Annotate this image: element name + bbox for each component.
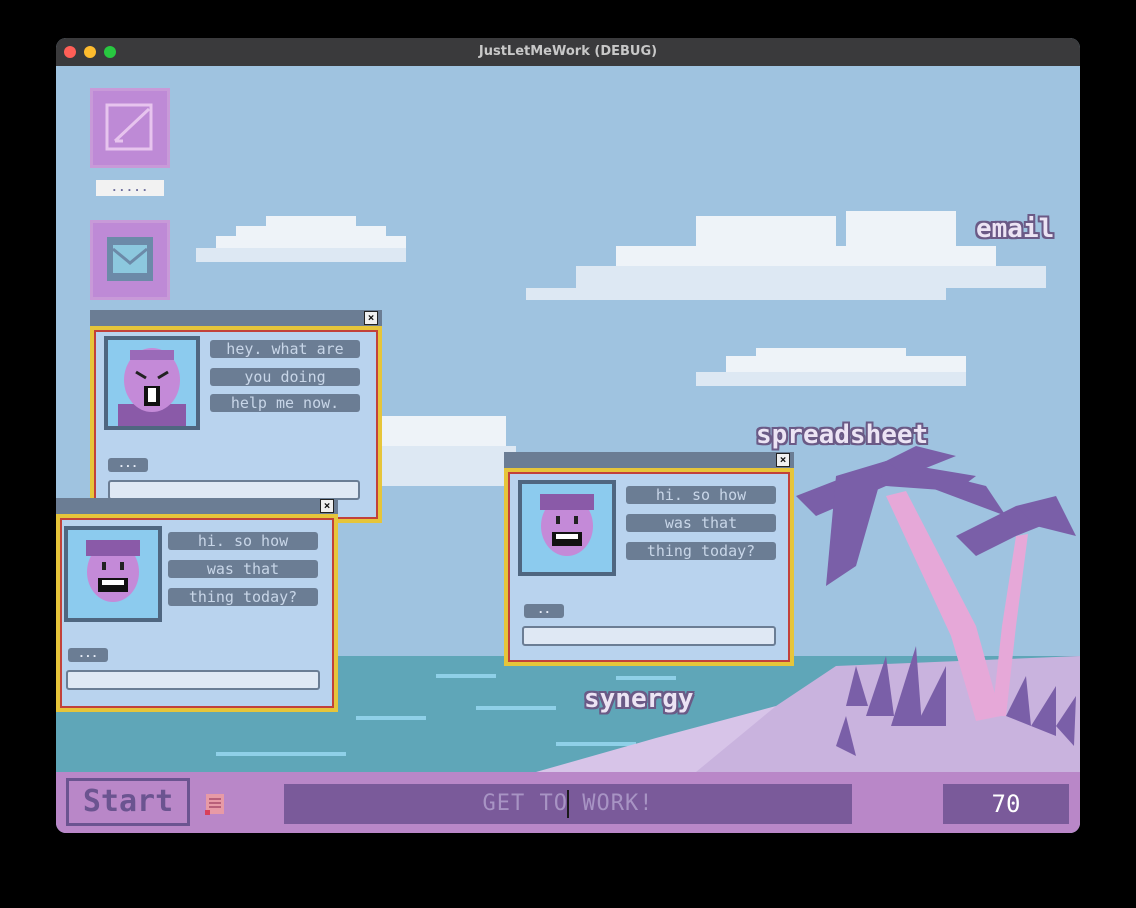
floating-word-email[interactable]: email — [976, 214, 1054, 244]
chat-body: hey. what are you doing help me now. ... — [90, 326, 382, 523]
chat-title-bar[interactable] — [56, 498, 338, 514]
chat-title-bar[interactable] — [504, 452, 794, 468]
window-title: JustLetMeWork (DEBUG) — [478, 44, 658, 59]
chat-body: hi. so how was that thing today? ... — [56, 514, 338, 712]
close-icon[interactable]: × — [320, 499, 334, 513]
typing-indicator: ... — [108, 458, 148, 472]
chat-message-line: thing today? — [626, 542, 776, 560]
score-counter: 70 — [943, 784, 1069, 824]
pencil-paper-icon — [105, 103, 153, 151]
chat-title-bar[interactable] — [90, 310, 382, 326]
desktop-scene: ..... email spreadsheet synergy × hey. w… — [56, 66, 1080, 772]
chat-message-line: was that — [626, 514, 776, 532]
mail-desktop-icon[interactable] — [90, 220, 170, 300]
notepad-icon-label: ..... — [96, 180, 164, 196]
title-bar[interactable]: JustLetMeWork (DEBUG) — [56, 38, 1080, 67]
chat-window-2[interactable]: × hi. so how was that thing today? ... — [56, 498, 338, 712]
chat-message-line: was that — [168, 560, 318, 578]
chat-message-line: hey. what are — [210, 340, 360, 358]
chat-message-line: help me now. — [210, 394, 360, 412]
app-window: JustLetMeWork (DEBUG) ..... email spread… — [56, 38, 1080, 833]
avatar — [64, 526, 162, 622]
chat-message-line: thing today? — [168, 588, 318, 606]
happy-face-icon — [536, 494, 598, 572]
document-icon[interactable] — [204, 792, 226, 816]
floating-word-synergy[interactable]: synergy — [584, 684, 694, 714]
chat-message-line: you doing — [210, 368, 360, 386]
avatar — [104, 336, 200, 430]
close-icon[interactable]: × — [776, 453, 790, 467]
chat-window-1[interactable]: × hey. what are you doing help me now. .… — [90, 310, 382, 523]
start-button[interactable]: Start — [66, 778, 190, 826]
reply-input[interactable] — [522, 626, 776, 646]
angry-face-icon — [118, 348, 186, 426]
avatar — [518, 480, 616, 576]
chat-window-3[interactable]: × hi. so how was that thing today? .. — [504, 452, 794, 666]
reply-input[interactable] — [108, 480, 360, 500]
work-prompt-field[interactable]: GET TO WORK! — [284, 784, 852, 824]
typing-indicator: ... — [68, 648, 108, 662]
chat-message-line: hi. so how — [168, 532, 318, 550]
taskbar: Start GET TO WORK! 70 — [56, 772, 1080, 833]
close-icon[interactable]: × — [364, 311, 378, 325]
typing-indicator: .. — [524, 604, 564, 618]
text-caret — [567, 790, 569, 818]
envelope-icon — [107, 237, 153, 281]
notepad-desktop-icon[interactable] — [90, 88, 170, 168]
happy-face-icon — [82, 540, 144, 618]
floating-word-spreadsheet[interactable]: spreadsheet — [756, 420, 928, 450]
chat-body: hi. so how was that thing today? .. — [504, 468, 794, 666]
reply-input[interactable] — [66, 670, 320, 690]
chat-message-line: hi. so how — [626, 486, 776, 504]
